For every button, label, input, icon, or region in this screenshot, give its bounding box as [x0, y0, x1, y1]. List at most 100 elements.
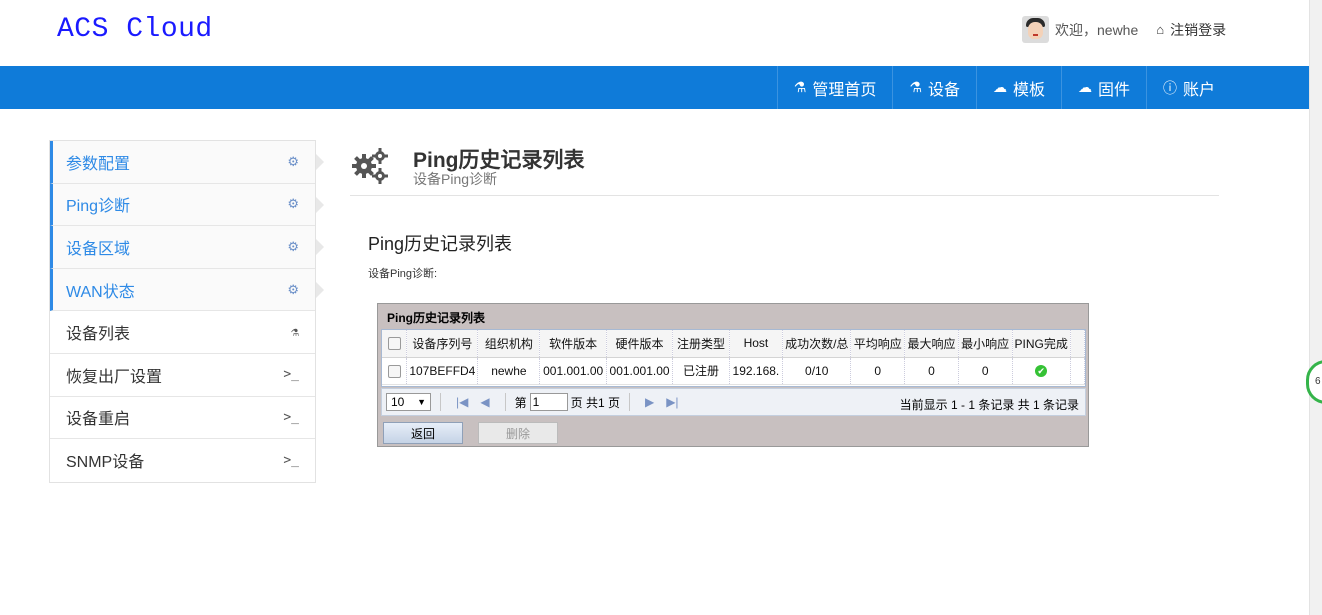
nav-item-label: 固件	[1097, 81, 1130, 99]
page-size-select[interactable]: 10 ▼	[386, 393, 431, 411]
terminal-icon: >_	[283, 409, 299, 425]
floating-widget-label: 6	[1315, 376, 1321, 387]
prev-page-icon[interactable]: ◀	[480, 395, 489, 409]
home-icon: ⌂	[1156, 22, 1165, 37]
sidebar-item-label: 参数配置	[66, 155, 131, 173]
grid-table-container: 设备序列号 组织机构 软件版本 硬件版本 注册类型 Host 成功次数/总 平均…	[381, 329, 1086, 387]
table-cell: 001.001.00	[606, 357, 674, 385]
gears-icon	[352, 148, 388, 184]
sidebar-item-label: Ping诊断	[66, 198, 131, 216]
page-prefix: 第	[514, 395, 527, 410]
ping-complete-cell: ✔	[1012, 357, 1071, 385]
nav-item-firmware[interactable]: ☁ 固件	[1060, 66, 1146, 109]
table-row[interactable]: 107BEFFD4 newhe 001.001.00 001.001.00 已注…	[382, 357, 1086, 385]
pager: 10 ▼ |◀ ◀ 第 1 页 共1 页 ▶ ▶| 当前显示 1 - 1 条记录…	[381, 388, 1086, 416]
ping-history-table: 设备序列号 组织机构 软件版本 硬件版本 注册类型 Host 成功次数/总 平均…	[382, 330, 1086, 385]
table-cell: 0	[850, 357, 906, 385]
grid-title: Ping历史记录列表	[387, 311, 485, 325]
nav-item-label: 设备	[927, 81, 960, 99]
row-checkbox-cell[interactable]	[382, 357, 408, 385]
user-area: 欢迎，newhe ⌂ 注销登录	[1022, 16, 1226, 43]
row-checkbox[interactable]	[387, 364, 401, 378]
page-scrollbar[interactable]	[1309, 0, 1322, 615]
ping-history-grid: Ping历史记录列表 设备序列号 组织机构 软件版本 硬件版本 注册类型 Hos…	[377, 303, 1089, 447]
sitemap-icon: ⚗	[793, 79, 807, 95]
table-cell: 107BEFFD4	[406, 357, 479, 385]
section-description: 设备Ping诊断:	[368, 268, 438, 280]
nav-item-devices[interactable]: ⚗ 设备	[892, 66, 976, 109]
nav-item-home[interactable]: ⚗ 管理首页	[776, 66, 893, 109]
sidebar-item-label: 设备区域	[66, 240, 131, 258]
sidebar-item-param-config[interactable]: 参数配置 ⚙	[50, 141, 324, 184]
sidebar-item-device-list[interactable]: 设备列表 ⚗	[50, 311, 315, 354]
column-header[interactable]: 最小响应	[958, 330, 1013, 358]
sidebar-item-label: 设备列表	[66, 326, 131, 344]
nav-item-label: 模板	[1012, 81, 1045, 99]
app-logo[interactable]: ACS Cloud	[57, 14, 213, 45]
nav-item-label: 管理首页	[812, 81, 877, 99]
gears-icon: ⚙	[287, 281, 299, 297]
terminal-icon: >_	[283, 452, 299, 468]
page-subtitle: 设备Ping诊断	[413, 171, 498, 187]
delete-button[interactable]: 删除	[478, 422, 558, 444]
gears-icon: ⚙	[287, 153, 299, 169]
terminal-icon: >_	[283, 367, 299, 383]
column-header[interactable]: 硬件版本	[606, 330, 674, 358]
sidebar-item-snmp[interactable]: SNMP设备 >_	[50, 439, 315, 482]
sidebar: 参数配置 ⚙ Ping诊断 ⚙ 设备区域 ⚙ WAN状态 ⚙ 设备列表 ⚗ 恢复…	[49, 140, 324, 483]
info-icon: ⓘ	[1162, 79, 1177, 96]
next-page-icon[interactable]: ▶	[645, 395, 654, 409]
check-icon: ✔	[1035, 365, 1048, 378]
page-number-input[interactable]: 1	[529, 393, 568, 411]
column-header[interactable]: Host	[729, 330, 784, 358]
pager-divider	[440, 393, 441, 411]
gears-icon: ⚙	[287, 238, 299, 254]
column-header[interactable]: 成功次数/总	[782, 330, 852, 358]
column-header[interactable]: 平均响应	[850, 330, 906, 358]
table-cell: 192.168.	[729, 357, 784, 385]
sidebar-item-ping[interactable]: Ping诊断 ⚙	[50, 183, 324, 227]
table-cell: 001.001.00	[539, 357, 607, 385]
avatar[interactable]	[1022, 16, 1049, 43]
sidebar-item-reboot[interactable]: 设备重启 >_	[50, 397, 315, 440]
table-cell: 0/10	[782, 357, 852, 385]
cloud-icon: ☁	[1077, 79, 1092, 95]
column-header[interactable]: 软件版本	[539, 330, 607, 358]
nav-item-label: 账户	[1182, 81, 1215, 99]
nav-item-templates[interactable]: ☁ 模板	[975, 66, 1061, 109]
page-suffix: 页 共1 页	[570, 395, 620, 410]
logout-link[interactable]: ⌂ 注销登录	[1156, 20, 1226, 40]
gears-icon: ⚙	[287, 196, 299, 212]
column-header[interactable]: 注册类型	[672, 330, 730, 358]
column-header[interactable]: PING完成	[1012, 330, 1071, 358]
chevron-down-icon: ▼	[417, 397, 426, 407]
page-header: Ping历史记录列表 设备Ping诊断	[350, 142, 1219, 196]
sidebar-item-label: 恢复出厂设置	[66, 368, 163, 386]
table-header-row: 设备序列号 组织机构 软件版本 硬件版本 注册类型 Host 成功次数/总 平均…	[382, 330, 1086, 358]
table-cell: 0	[904, 357, 959, 385]
column-header[interactable]: 组织机构	[477, 330, 541, 358]
select-all-checkbox[interactable]	[387, 337, 401, 351]
last-page-icon[interactable]: ▶|	[666, 395, 678, 409]
first-page-icon[interactable]: |◀	[456, 395, 468, 409]
pager-divider	[628, 393, 630, 411]
page-size-value: 10	[391, 395, 405, 409]
main-nav: ⚗ 管理首页 ⚗ 设备 ☁ 模板 ☁ 固件 ⓘ 账户	[0, 66, 1309, 109]
cloud-icon: ☁	[992, 79, 1007, 95]
select-all-checkbox-cell[interactable]	[382, 330, 408, 358]
pager-divider	[504, 393, 506, 411]
column-header[interactable]: 最大响应	[904, 330, 959, 358]
column-header-spacer	[1070, 330, 1086, 358]
sidebar-item-label: SNMP设备	[66, 454, 145, 472]
table-cell: newhe	[477, 357, 541, 385]
column-header[interactable]: 设备序列号	[406, 330, 479, 358]
nav-item-account[interactable]: ⓘ 账户	[1145, 66, 1231, 109]
sidebar-item-region[interactable]: 设备区域 ⚙	[50, 226, 324, 269]
logout-label: 注销登录	[1170, 21, 1227, 38]
sidebar-item-label: WAN状态	[66, 283, 135, 301]
section-title: Ping历史记录列表	[368, 234, 513, 254]
table-cell: 0	[958, 357, 1013, 385]
sidebar-item-factory-reset[interactable]: 恢复出厂设置 >_	[50, 354, 315, 397]
back-button[interactable]: 返回	[383, 422, 463, 444]
sidebar-item-wan[interactable]: WAN状态 ⚙	[50, 268, 324, 312]
